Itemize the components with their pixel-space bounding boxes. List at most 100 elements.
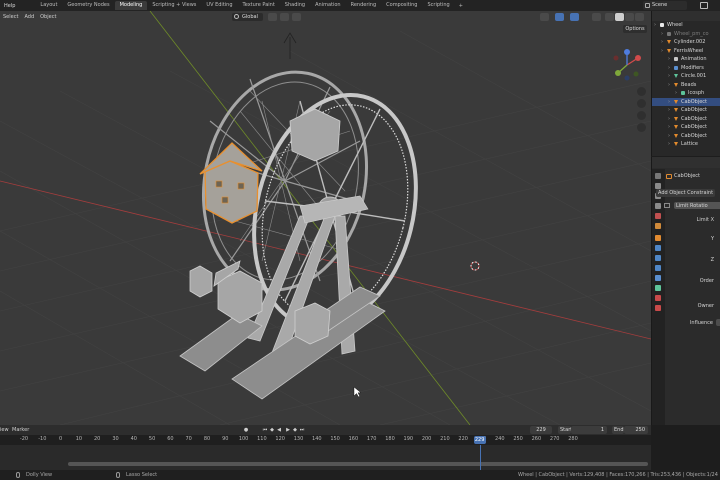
timeline-scrollbar[interactable] (68, 462, 648, 466)
expand-toggle-icon[interactable]: › (661, 38, 663, 47)
playhead-line[interactable] (479, 445, 481, 470)
camera-view-icon[interactable] (637, 111, 646, 120)
expand-toggle-icon[interactable]: › (661, 47, 663, 56)
jump-prev-key-icon[interactable]: ◆ (269, 427, 275, 433)
start-frame-field[interactable]: 1 (571, 426, 607, 434)
navigation-gizmo[interactable] (612, 49, 642, 81)
expand-toggle-icon[interactable]: › (668, 64, 670, 73)
modifier-tab-icon[interactable] (655, 245, 661, 251)
expand-toggle-icon[interactable]: › (668, 140, 670, 149)
expand-toggle-icon[interactable]: › (668, 115, 670, 124)
world-tab-icon[interactable] (655, 223, 661, 229)
outliner-row[interactable]: › Modifiers (652, 64, 720, 73)
scene-selector[interactable]: Scene (643, 1, 687, 10)
expand-toggle-icon[interactable]: › (668, 81, 670, 90)
jump-end-icon[interactable]: ⏭ (299, 427, 305, 433)
xray-toggle-icon[interactable] (592, 13, 601, 21)
add-object-constraint-button[interactable]: Add Object Constraint (656, 189, 716, 197)
particles-tab-icon[interactable] (655, 255, 661, 261)
rendered-shading-icon[interactable] (635, 13, 644, 21)
pan-hand-icon[interactable] (637, 99, 646, 108)
3d-cursor[interactable] (470, 261, 480, 271)
play-reverse-icon[interactable]: ◀ (276, 427, 282, 433)
workspace-tab-shading[interactable]: Shading (280, 1, 310, 10)
viewport-select-menu[interactable]: Select (0, 14, 21, 20)
solid-shading-icon[interactable] (615, 13, 624, 21)
workspace-tab-scripting[interactable]: Scripting (422, 1, 454, 10)
physics-tab-icon[interactable] (655, 265, 661, 271)
frame-ruler[interactable]: -20 -10 0 10 20 30 40 50 60 70 80 90 100 110 120 130 140… (0, 435, 651, 445)
gizmo-toggle-icon[interactable] (555, 13, 564, 21)
ortho-toggle-icon[interactable] (637, 123, 646, 132)
outliner-row[interactable]: › Circle.001 (652, 72, 720, 81)
timeline-keyframe-area[interactable] (0, 445, 651, 470)
outliner-row[interactable]: › Lattice (652, 140, 720, 149)
playhead-frame-badge[interactable]: 229 (473, 436, 486, 444)
outliner-row[interactable]: › Wheel (652, 21, 720, 30)
proportional-editing-icon[interactable] (292, 13, 301, 21)
workspace-tab-texture-paint[interactable]: Texture Paint (238, 1, 280, 10)
object-tab-icon[interactable] (655, 235, 661, 241)
jump-next-key-icon[interactable]: ◆ (292, 427, 298, 433)
chevron-down-icon[interactable]: ⌄ (658, 203, 662, 209)
material-tab-icon[interactable] (655, 295, 661, 301)
outliner-row[interactable]: › CabObject (652, 115, 720, 124)
expand-toggle-icon[interactable]: › (654, 21, 656, 30)
viewport-add-menu[interactable]: Add (21, 14, 37, 20)
view-layer-icon[interactable] (700, 2, 708, 9)
material-shading-icon[interactable] (625, 13, 634, 21)
viewport-scene[interactable] (0, 11, 651, 425)
options-dropdown[interactable]: Options (623, 25, 647, 33)
tool-tab-icon[interactable] (655, 173, 661, 179)
outliner-row[interactable]: › FerrisWheel (652, 47, 720, 56)
camera-object[interactable] (283, 32, 297, 59)
pivot-point-icon[interactable] (268, 13, 277, 21)
record-icon[interactable]: ● (243, 427, 249, 433)
visibility-icon[interactable] (540, 13, 549, 21)
play-icon[interactable]: ▶ (285, 427, 291, 433)
outliner-row[interactable]: › Animation (652, 55, 720, 64)
workspace-tab-animation[interactable]: Animation (310, 1, 346, 10)
expand-toggle-icon[interactable]: › (675, 89, 677, 98)
zoom-icon[interactable] (637, 87, 646, 96)
workspace-tab-compositing[interactable]: Compositing (381, 1, 422, 10)
current-frame-field[interactable]: 229 (530, 426, 552, 434)
scene-tab-icon[interactable] (655, 213, 661, 219)
outliner-row[interactable]: › CabObject (652, 123, 720, 132)
expand-toggle-icon[interactable]: › (668, 132, 670, 141)
outliner-row[interactable]: › CabObject (652, 97, 720, 107)
help-menu[interactable]: Help (0, 3, 19, 9)
add-workspace-button[interactable]: + (455, 3, 467, 9)
texture-tab-icon[interactable] (655, 305, 661, 311)
end-frame-field[interactable]: 250 (624, 426, 648, 434)
outliner-row[interactable]: › Cylinder.002 (652, 38, 720, 47)
snap-icon[interactable] (280, 13, 289, 21)
influence-slider[interactable] (716, 319, 720, 326)
workspace-tab-scripting-views[interactable]: Scripting + Views (147, 1, 201, 10)
workspace-tab-uv-editing[interactable]: UV Editing (201, 1, 237, 10)
expand-toggle-icon[interactable]: › (668, 55, 670, 64)
expand-toggle-icon[interactable]: › (668, 98, 670, 107)
workspace-tab-geometry-nodes[interactable]: Geometry Nodes (62, 1, 114, 10)
workspace-tab-layout[interactable]: Layout (35, 1, 62, 10)
transform-orientation-dropdown[interactable]: Global (232, 13, 263, 21)
outliner-row[interactable]: › Icosph (652, 89, 720, 98)
outliner-row[interactable]: › CabObject (652, 132, 720, 141)
jump-start-icon[interactable]: ⏮ (262, 427, 268, 433)
workspace-tab-modeling[interactable]: Modeling (114, 1, 148, 10)
expand-toggle-icon[interactable]: › (668, 72, 670, 81)
expand-toggle-icon[interactable]: › (661, 30, 663, 39)
viewport-object-menu[interactable]: Object (37, 14, 59, 20)
outliner-row[interactable]: › CabObject (652, 106, 720, 115)
expand-toggle-icon[interactable]: › (668, 123, 670, 132)
3d-viewport[interactable]: Select Add Object Global Options (0, 11, 651, 425)
outliner-row[interactable]: › Wheel_pm_co (652, 30, 720, 39)
expand-toggle-icon[interactable]: › (668, 106, 670, 115)
wireframe-shading-icon[interactable] (605, 13, 614, 21)
outliner-row[interactable]: › Beads (652, 81, 720, 90)
constraints-tab-icon[interactable] (655, 275, 661, 281)
timeline-marker-menu[interactable]: Marker (12, 426, 29, 434)
ferris-wheel-model[interactable] (179, 57, 439, 400)
overlay-toggle-icon[interactable] (570, 13, 579, 21)
data-tab-icon[interactable] (655, 285, 661, 291)
